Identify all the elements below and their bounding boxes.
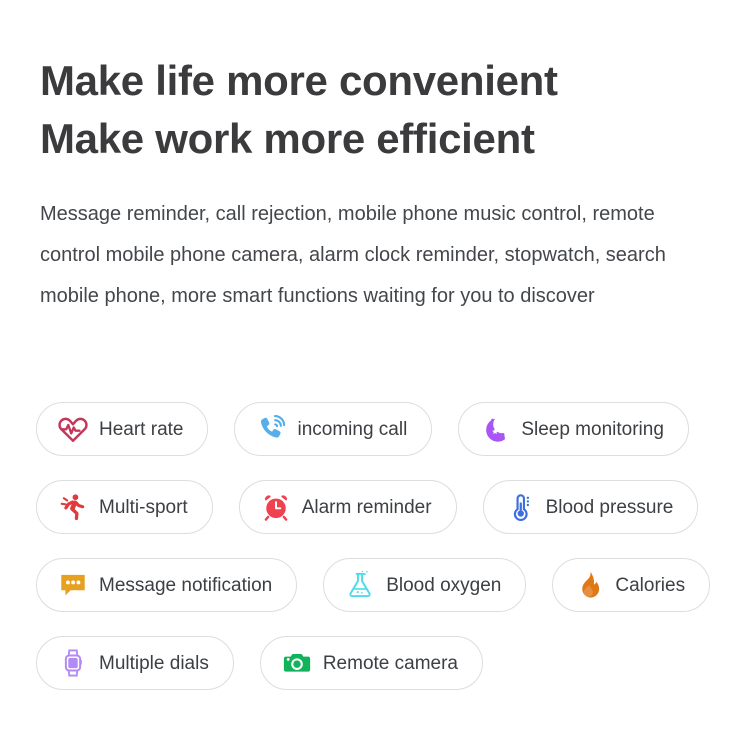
- feature-pill-list: Heart rate incoming call Sleep monitoring M…: [36, 402, 726, 690]
- feature-pill-label: Remote camera: [322, 652, 458, 674]
- feature-highlight-page: Make life more convenient Make work more…: [0, 0, 750, 750]
- page-description: Message reminder, call rejection, mobile…: [40, 203, 666, 307]
- feature-pill-multi-sport[interactable]: Multi-sport: [36, 480, 213, 534]
- heart-rate-icon: [58, 414, 88, 444]
- headline-line-2: Make work more efficient: [40, 115, 535, 162]
- feature-pill-message-notification[interactable]: Message notification: [36, 558, 298, 612]
- flask-icon: [345, 570, 375, 600]
- camera-icon: [282, 648, 312, 678]
- feature-pill-remote-camera[interactable]: Remote camera: [259, 636, 483, 690]
- feature-pill-label: Blood pressure: [545, 496, 674, 518]
- smartwatch-icon: [58, 648, 88, 678]
- headline-line-1: Make life more convenient: [40, 57, 558, 104]
- feature-pill-label: Calories: [615, 574, 686, 596]
- feature-pill-label: Alarm reminder: [301, 496, 432, 518]
- thermometer-icon: [505, 492, 535, 522]
- speech-bubble-icon: [58, 570, 88, 600]
- feature-pill-label: incoming call: [297, 418, 408, 440]
- feature-pill-calories[interactable]: Calories: [552, 558, 711, 612]
- feature-pill-label: Multi-sport: [99, 496, 188, 518]
- alarm-clock-icon: [261, 492, 291, 522]
- feature-pill-blood-pressure[interactable]: Blood pressure: [482, 480, 699, 534]
- feature-pill-label: Blood oxygen: [386, 574, 502, 596]
- feature-pill-label: Message notification: [99, 574, 273, 596]
- feature-pill-label: Multiple dials: [99, 652, 209, 674]
- feature-pill-label: Heart rate: [99, 418, 184, 440]
- feature-pill-label: Sleep monitoring: [521, 418, 664, 440]
- feature-pill-heart-rate[interactable]: Heart rate: [36, 402, 209, 456]
- feature-pill-sleep-monitoring[interactable]: Sleep monitoring: [458, 402, 689, 456]
- sleep-moon-icon: [480, 414, 510, 444]
- feature-pill-incoming-call[interactable]: incoming call: [234, 402, 433, 456]
- running-person-icon: [58, 492, 88, 522]
- feature-pill-blood-oxygen[interactable]: Blood oxygen: [323, 558, 527, 612]
- incoming-call-icon: [256, 414, 286, 444]
- flame-icon: [574, 570, 604, 600]
- feature-pill-multiple-dials[interactable]: Multiple dials: [36, 636, 234, 690]
- feature-pill-alarm-reminder[interactable]: Alarm reminder: [238, 480, 457, 534]
- page-title: Make life more convenient Make work more…: [40, 0, 710, 168]
